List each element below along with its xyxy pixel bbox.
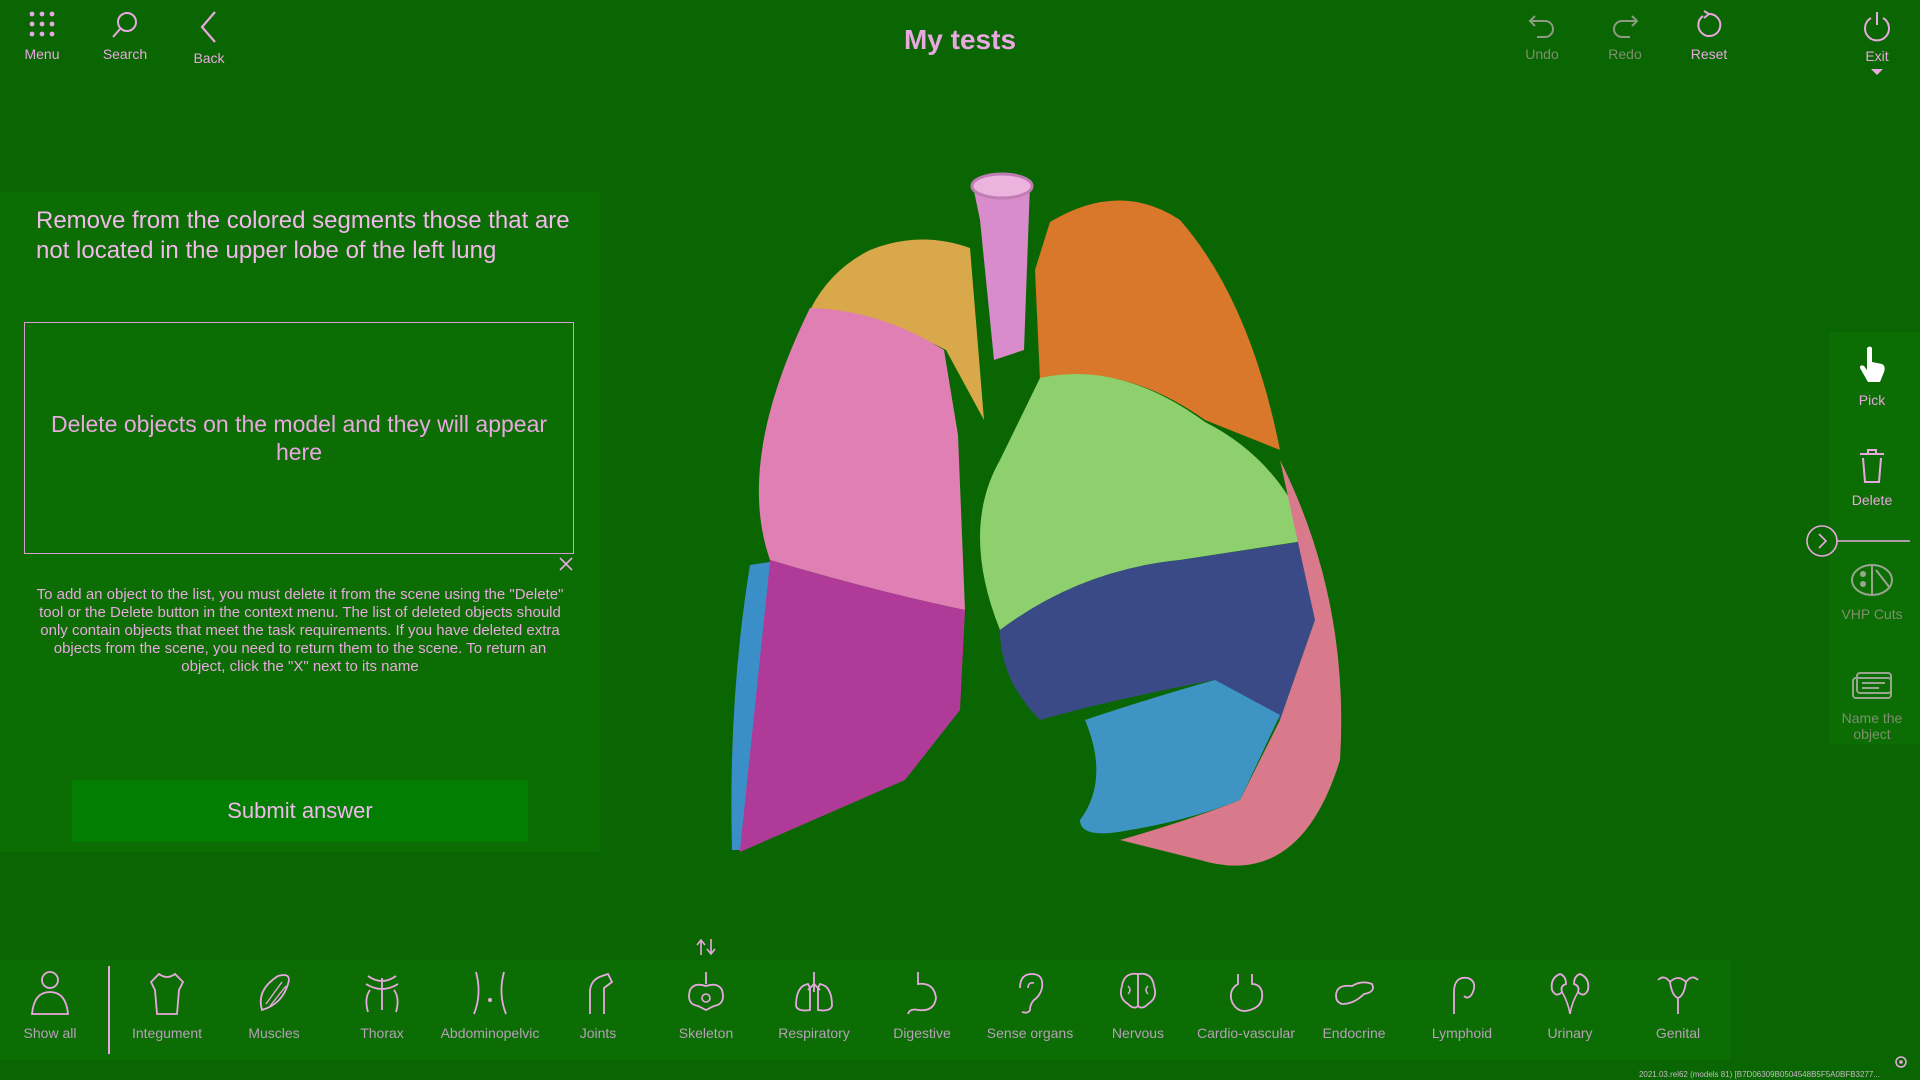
system-label: Cardio-vascular [1196, 1025, 1296, 1041]
stomach-icon [907, 972, 937, 1015]
trachea[interactable] [970, 172, 1034, 360]
right-lung-pink-segment[interactable] [758, 308, 965, 610]
system-abdominopelvic[interactable]: Abdominopelvic [438, 970, 542, 1041]
system-label: Sense organs [986, 1025, 1074, 1041]
system-muscles[interactable]: Muscles [222, 970, 326, 1041]
name-object-icon [1852, 672, 1892, 699]
lung-model-viewport[interactable] [640, 160, 1420, 920]
joint-icon [589, 972, 614, 1014]
system-endocrine[interactable]: Endocrine [1302, 970, 1406, 1041]
brain-icon [1119, 972, 1157, 1009]
task-panel: Remove from the colored segments those t… [0, 192, 600, 852]
undo-button[interactable]: Undo [1502, 10, 1582, 62]
vhp-cuts-tool[interactable]: VHP Cuts [1832, 562, 1912, 622]
system-label: Respiratory [778, 1025, 850, 1041]
vhp-cuts-label: VHP Cuts [1841, 606, 1903, 622]
system-nervous[interactable]: Nervous [1086, 970, 1190, 1041]
lymph-icon [1453, 976, 1476, 1014]
pancreas-icon [1335, 981, 1374, 1005]
heart-icon [1229, 974, 1264, 1012]
kidney-icon [1550, 973, 1590, 1015]
system-label: Endocrine [1322, 1025, 1386, 1041]
exit-label: Exit [1865, 48, 1889, 64]
system-integument[interactable]: Integument [115, 970, 219, 1041]
hand-pointer-icon [1860, 346, 1885, 382]
swap-arrows-icon[interactable] [695, 938, 717, 956]
vhp-cuts-icon [1851, 564, 1893, 596]
undo-label: Undo [1525, 46, 1559, 62]
person-icon [31, 971, 69, 1015]
system-urinary[interactable]: Urinary [1518, 970, 1622, 1041]
thorax-icon [365, 975, 399, 1013]
system-label: Digestive [893, 1025, 951, 1041]
lungs-icon [795, 972, 833, 1012]
system-label: Genital [1655, 1025, 1701, 1041]
power-icon [1864, 12, 1890, 42]
abdominopelvic-icon [473, 971, 507, 1015]
settings-gear-icon[interactable] [1893, 1054, 1909, 1070]
system-skeleton[interactable]: Skeleton [654, 970, 758, 1041]
instructions-text: To add an object to the list, you must d… [36, 586, 564, 675]
close-icon[interactable] [558, 556, 574, 572]
pick-label: Pick [1858, 392, 1886, 408]
delete-label: Delete [1851, 492, 1893, 508]
system-genital[interactable]: Genital [1626, 970, 1730, 1041]
system-label: Urinary [1547, 1025, 1593, 1041]
chevron-right-icon [1818, 533, 1828, 549]
system-thorax[interactable]: Thorax [330, 970, 434, 1041]
system-label: Muscles [248, 1025, 300, 1041]
systems-divider [108, 966, 110, 1054]
system-cardiovascular[interactable]: Cardio-vascular [1194, 970, 1298, 1041]
redo-icon [1613, 15, 1639, 38]
system-label: Abdominopelvic [440, 1025, 540, 1041]
trash-icon [1860, 449, 1884, 483]
system-label: Integument [131, 1025, 203, 1041]
submit-answer-button[interactable]: Submit answer [72, 780, 528, 842]
integument-icon [149, 972, 185, 1015]
reset-icon [1697, 10, 1722, 37]
drop-placeholder: Delete objects on the model and they wil… [50, 411, 548, 465]
system-label: Lymphoid [1431, 1025, 1493, 1041]
right-lung-purple-segment[interactable] [738, 560, 965, 852]
system-sense-organs[interactable]: Sense organs [978, 970, 1082, 1041]
system-joints[interactable]: Joints [546, 970, 650, 1041]
system-label: Joints [579, 1025, 617, 1041]
system-label: Show all [23, 1025, 77, 1041]
delete-tool[interactable]: Delete [1832, 448, 1912, 508]
system-label: Nervous [1111, 1025, 1165, 1041]
uterus-icon [1657, 976, 1699, 1014]
redo-label: Redo [1608, 46, 1642, 62]
caret-down-icon [1871, 69, 1883, 75]
reset-button[interactable]: Reset [1669, 10, 1749, 62]
ear-icon [1019, 973, 1044, 1014]
deleted-objects-list[interactable]: Delete objects on the model and they wil… [24, 322, 574, 554]
muscle-icon [259, 974, 290, 1012]
system-lymphoid[interactable]: Lymphoid [1410, 970, 1514, 1041]
system-label: Skeleton [678, 1025, 734, 1041]
undo-icon [1528, 15, 1554, 38]
skeleton-icon [688, 972, 724, 1012]
reset-label: Reset [1690, 46, 1728, 62]
name-object-label: Name the object [1841, 710, 1903, 742]
version-text: 2021.03.rel62 (models 81) [B7D06309B0504… [1638, 1070, 1880, 1079]
exit-button[interactable]: Exit [1837, 10, 1917, 76]
system-respiratory[interactable]: Respiratory [762, 970, 866, 1041]
tools-slider[interactable] [1805, 524, 1910, 558]
redo-button[interactable]: Redo [1585, 10, 1665, 62]
task-question: Remove from the colored segments those t… [36, 207, 570, 264]
name-object-tool[interactable]: Name the object [1832, 670, 1912, 742]
system-show-all[interactable]: Show all [0, 970, 102, 1041]
pick-tool[interactable]: Pick [1832, 344, 1912, 408]
system-label: Thorax [360, 1025, 404, 1041]
system-digestive[interactable]: Digestive [870, 970, 974, 1041]
